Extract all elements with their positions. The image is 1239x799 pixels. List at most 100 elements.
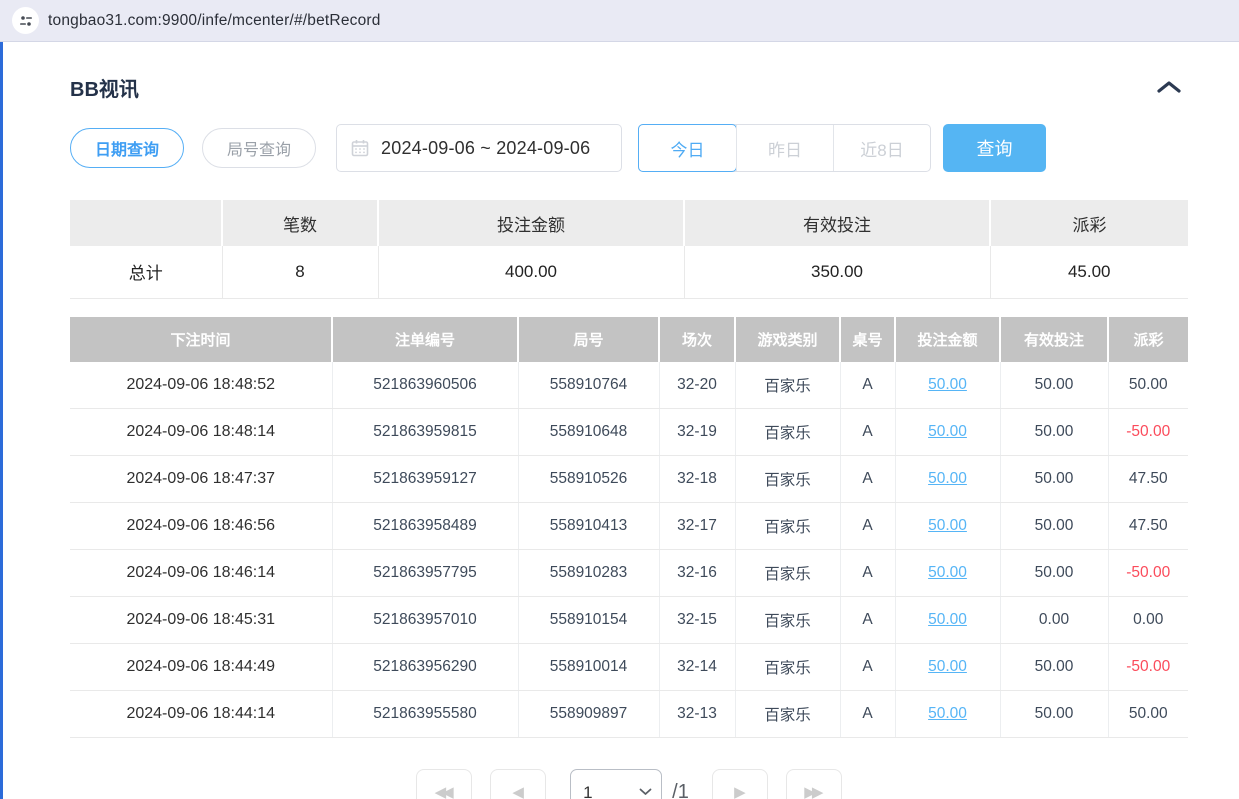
- col-header-bet-time: 下注时间: [70, 317, 332, 362]
- url-text[interactable]: tongbao31.com:9900/infe/mcenter/#/betRec…: [48, 12, 381, 30]
- next-page-button[interactable]: ▶: [712, 769, 768, 799]
- cell-valid-bet: 50.00: [1000, 550, 1108, 597]
- cell-valid-bet: 50.00: [1000, 362, 1108, 409]
- cell-table-no: A: [840, 456, 895, 503]
- page-select[interactable]: 1: [570, 769, 662, 799]
- bet-amount-link[interactable]: 50.00: [928, 658, 967, 675]
- cell-game-type: 百家乐: [735, 597, 840, 644]
- cell-game-type: 百家乐: [735, 644, 840, 691]
- summary-header-payout: 派彩: [990, 200, 1188, 246]
- cell-round-id: 558910764: [518, 362, 659, 409]
- cell-session: 32-17: [659, 503, 735, 550]
- cell-bet-id: 521863957010: [332, 597, 518, 644]
- site-settings-button[interactable]: [12, 7, 39, 34]
- cell-bet-time: 2024-09-06 18:44:14: [70, 691, 332, 738]
- cell-game-type: 百家乐: [735, 456, 840, 503]
- cell-valid-bet: 50.00: [1000, 691, 1108, 738]
- window-left-edge: [0, 42, 3, 799]
- summary-total-valid-bet: 350.00: [684, 246, 990, 298]
- summary-table: 笔数 投注金额 有效投注 派彩 总计 8 400.00 350.00 45.00: [70, 200, 1188, 299]
- cell-bet-amount: 50.00: [895, 409, 1000, 456]
- cell-bet-amount: 50.00: [895, 456, 1000, 503]
- bet-amount-link[interactable]: 50.00: [928, 611, 967, 628]
- cell-session: 32-15: [659, 597, 735, 644]
- bet-amount-link[interactable]: 50.00: [928, 564, 967, 581]
- tab-date-query[interactable]: 日期查询: [70, 128, 184, 168]
- range-yesterday-button[interactable]: 昨日: [736, 125, 833, 171]
- summary-total-payout: 45.00: [990, 246, 1188, 298]
- cell-bet-time: 2024-09-06 18:47:37: [70, 456, 332, 503]
- search-button[interactable]: 查询: [943, 124, 1046, 172]
- col-header-bet-id: 注单编号: [332, 317, 518, 362]
- cell-game-type: 百家乐: [735, 550, 840, 597]
- table-row: 2024-09-06 18:46:56 521863958489 5589104…: [70, 503, 1188, 550]
- cell-table-no: A: [840, 644, 895, 691]
- table-row: 2024-09-06 18:44:49 521863956290 5589100…: [70, 644, 1188, 691]
- col-header-payout: 派彩: [1108, 317, 1188, 362]
- cell-bet-amount: 50.00: [895, 503, 1000, 550]
- table-row: 2024-09-06 18:44:14 521863955580 5589098…: [70, 691, 1188, 738]
- cell-bet-time: 2024-09-06 18:48:52: [70, 362, 332, 409]
- bet-amount-link[interactable]: 50.00: [928, 705, 967, 722]
- table-row: 2024-09-06 18:48:52 521863960506 5589107…: [70, 362, 1188, 409]
- date-range-input[interactable]: 2024-09-06 ~ 2024-09-06: [336, 124, 622, 172]
- cell-session: 32-19: [659, 409, 735, 456]
- cell-round-id: 558910413: [518, 503, 659, 550]
- cell-game-type: 百家乐: [735, 691, 840, 738]
- cell-table-no: A: [840, 409, 895, 456]
- first-page-button[interactable]: ◀◀: [416, 769, 472, 799]
- left-arrow-icon: ◀: [512, 783, 524, 799]
- cell-payout: -50.00: [1108, 409, 1188, 456]
- bet-records-table: 下注时间 注单编号 局号 场次 游戏类别 桌号 投注金额 有效投注 派彩 202…: [70, 317, 1188, 739]
- cell-round-id: 558910526: [518, 456, 659, 503]
- cell-bet-time: 2024-09-06 18:48:14: [70, 409, 332, 456]
- page-total-label: /1: [672, 769, 689, 799]
- col-header-round-id: 局号: [518, 317, 659, 362]
- last-page-button[interactable]: ▶▶: [786, 769, 842, 799]
- col-header-table-no: 桌号: [840, 317, 895, 362]
- cell-bet-time: 2024-09-06 18:46:56: [70, 503, 332, 550]
- summary-header-empty: [70, 200, 222, 246]
- table-row: 2024-09-06 18:45:31 521863957010 5589101…: [70, 597, 1188, 644]
- bet-record-page: BB视讯 日期查询 局号查询 2024: [0, 42, 1239, 799]
- cell-valid-bet: 50.00: [1000, 503, 1108, 550]
- table-row: 2024-09-06 18:48:14 521863959815 5589106…: [70, 409, 1188, 456]
- pagination: ◀◀ ◀ 1 /1 ▶ ▶▶: [70, 769, 1188, 799]
- cell-bet-id: 521863959127: [332, 456, 518, 503]
- calendar-icon: [351, 139, 369, 157]
- col-header-session: 场次: [659, 317, 735, 362]
- table-row: 2024-09-06 18:47:37 521863959127 5589105…: [70, 456, 1188, 503]
- cell-session: 32-13: [659, 691, 735, 738]
- collapse-panel-button[interactable]: [1150, 75, 1188, 99]
- cell-game-type: 百家乐: [735, 503, 840, 550]
- cell-table-no: A: [840, 597, 895, 644]
- col-header-game-type: 游戏类别: [735, 317, 840, 362]
- bet-amount-link[interactable]: 50.00: [928, 470, 967, 487]
- cell-payout: -50.00: [1108, 644, 1188, 691]
- cell-bet-id: 521863955580: [332, 691, 518, 738]
- bet-amount-link[interactable]: 50.00: [928, 517, 967, 534]
- cell-table-no: A: [840, 362, 895, 409]
- cell-bet-time: 2024-09-06 18:45:31: [70, 597, 332, 644]
- table-row: 2024-09-06 18:46:14 521863957795 5589102…: [70, 550, 1188, 597]
- cell-payout: 50.00: [1108, 691, 1188, 738]
- bet-amount-link[interactable]: 50.00: [928, 376, 967, 393]
- tab-round-query[interactable]: 局号查询: [202, 128, 316, 168]
- cell-bet-amount: 50.00: [895, 550, 1000, 597]
- cell-payout: 50.00: [1108, 362, 1188, 409]
- cell-game-type: 百家乐: [735, 409, 840, 456]
- double-right-arrow-icon: ▶▶: [804, 783, 819, 799]
- cell-session: 32-20: [659, 362, 735, 409]
- range-last8days-button[interactable]: 近8日: [833, 125, 930, 171]
- cell-round-id: 558909897: [518, 691, 659, 738]
- date-range-value: 2024-09-06 ~ 2024-09-06: [381, 138, 590, 159]
- prev-page-button[interactable]: ◀: [490, 769, 546, 799]
- double-left-arrow-icon: ◀◀: [435, 783, 450, 799]
- cell-bet-time: 2024-09-06 18:46:14: [70, 550, 332, 597]
- cell-payout: 0.00: [1108, 597, 1188, 644]
- cell-payout: 47.50: [1108, 503, 1188, 550]
- range-today-button[interactable]: 今日: [638, 124, 737, 172]
- cell-session: 32-14: [659, 644, 735, 691]
- bet-amount-link[interactable]: 50.00: [928, 423, 967, 440]
- cell-valid-bet: 50.00: [1000, 409, 1108, 456]
